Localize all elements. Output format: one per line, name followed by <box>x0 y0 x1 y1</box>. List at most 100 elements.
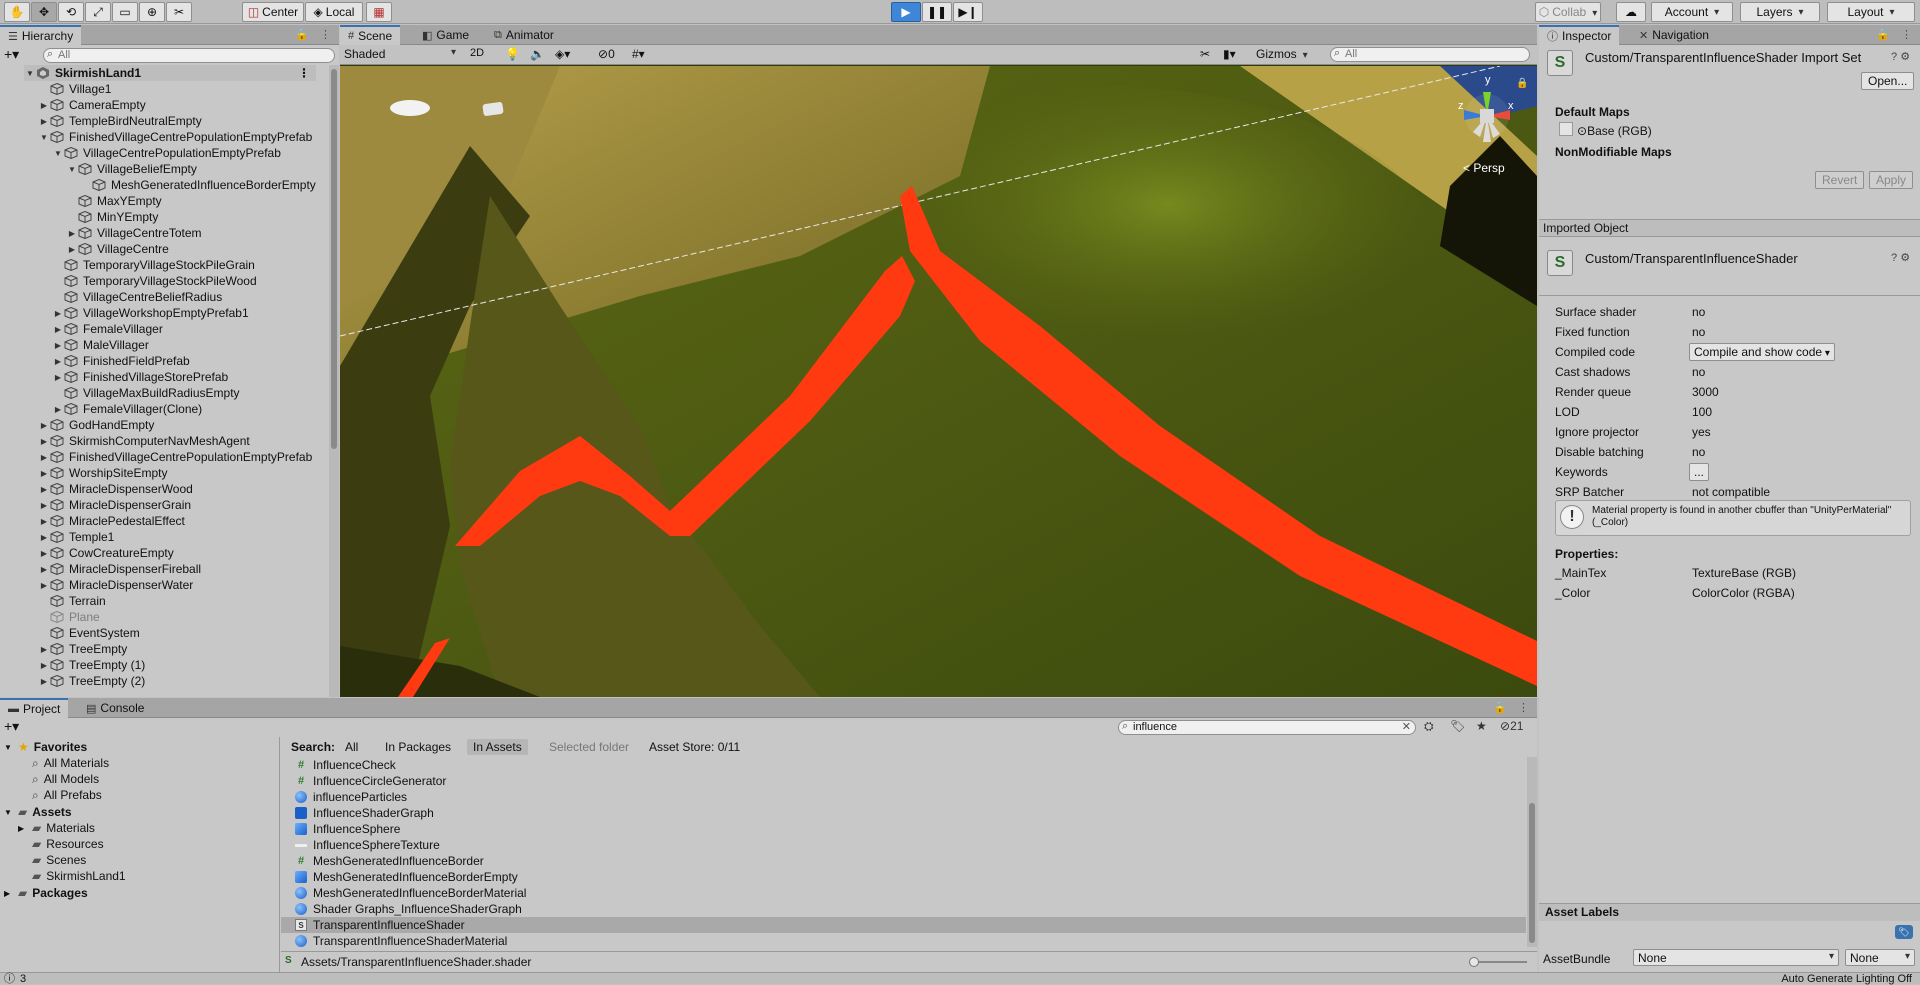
hierarchy-item[interactable]: ▶ TreeEmpty (1) <box>24 657 316 673</box>
light-gizmo-icon[interactable] <box>390 100 430 116</box>
collapse-arrow-icon[interactable]: ▶ <box>52 309 64 318</box>
search-scope-filter[interactable]: All <box>339 739 364 755</box>
lighting-toggle[interactable]: 💡 <box>505 47 520 61</box>
step-button[interactable]: ▶❙ <box>953 2 983 22</box>
hierarchy-item[interactable]: MeshGeneratedInfluenceBorderEmpty <box>24 177 316 193</box>
hierarchy-item[interactable]: ▼ FinishedVillageCentrePopulationEmptyPre… <box>24 129 316 145</box>
expand-arrow-icon[interactable]: ▼ <box>52 149 64 158</box>
hidden-objects-toggle[interactable]: ⊘0 <box>598 47 615 61</box>
open-button[interactable]: Open... <box>1861 72 1915 90</box>
tab-hierarchy[interactable]: ☰ Hierarchy <box>0 25 82 45</box>
hierarchy-item[interactable]: Terrain <box>24 593 316 609</box>
hierarchy-item[interactable]: ▼ VillageBeliefEmpty <box>24 161 316 177</box>
asset-folder[interactable]: ▰ Scenes <box>18 852 86 868</box>
hierarchy-item[interactable]: ▶ FemaleVillager <box>24 321 316 337</box>
hierarchy-item[interactable]: ▶ CameraEmpty <box>24 97 316 113</box>
clear-search-icon[interactable]: ✕ <box>1402 721 1411 734</box>
tab-animator[interactable]: ⧉ Animator <box>486 25 562 45</box>
compile-show-code-button[interactable]: Compile and show code ▾ <box>1689 343 1835 361</box>
rotate-tool-button[interactable]: ⟲ <box>58 2 84 22</box>
play-button[interactable]: ▶ <box>891 2 921 22</box>
search-by-type-icon[interactable]: ⛭ <box>1424 719 1434 734</box>
hierarchy-item[interactable]: ▶ TreeEmpty (2) <box>24 673 316 689</box>
create-button[interactable]: +▾ <box>4 46 19 63</box>
project-menu-icon[interactable]: 🔒 ⋮ <box>1493 701 1533 714</box>
collapse-arrow-icon[interactable]: ▶ <box>52 373 64 382</box>
favorite-search-item[interactable]: ⌕ All Materials <box>32 755 109 771</box>
hierarchy-item[interactable]: ▶ VillageCentre <box>24 241 316 257</box>
asset-item[interactable]: S TransparentInfluenceShader <box>281 917 1526 933</box>
label-tag-icon[interactable]: 🏷 <box>1895 925 1913 939</box>
hierarchy-item[interactable]: ▶ VillageCentreTotem <box>24 225 316 241</box>
collapse-arrow-icon[interactable]: ▶ <box>38 453 50 462</box>
camera-dropdown[interactable]: ▮▾ <box>1223 47 1236 61</box>
scene-search-input[interactable]: All <box>1330 47 1530 62</box>
header-icons[interactable]: ? ⚙ <box>1891 50 1910 63</box>
hierarchy-item[interactable]: ▶ MiraclePedestalEffect <box>24 513 316 529</box>
asset-folder[interactable]: ▶ ▰ Materials <box>18 820 95 836</box>
favorite-search-item[interactable]: ⌕ All Models <box>32 771 99 787</box>
search-scope-filter[interactable]: Asset Store: 0/11 <box>643 739 746 755</box>
tab-console[interactable]: ▤ Console <box>78 698 152 718</box>
asset-bundle-variant-dropdown[interactable]: None <box>1845 949 1915 966</box>
hierarchy-item[interactable]: ▶ FinishedVillageCentrePopulationEmptyPre… <box>24 449 316 465</box>
hierarchy-item[interactable]: ▶ MaleVillager <box>24 337 316 353</box>
hierarchy-item[interactable]: Village1 <box>24 81 316 97</box>
hierarchy-item[interactable]: ▶ GodHandEmpty <box>24 417 316 433</box>
scene-viewport[interactable]: y x z < Persp 🔒 <box>340 66 1537 697</box>
hierarchy-item[interactable]: MinYEmpty <box>24 209 316 225</box>
grid-toggle[interactable]: #▾ <box>632 47 645 61</box>
hierarchy-item[interactable]: EventSystem <box>24 625 316 641</box>
icon-size-slider[interactable] <box>1469 957 1527 967</box>
search-by-label-icon[interactable]: 🏷 <box>1450 719 1465 733</box>
hierarchy-item[interactable]: ▶ MiracleDispenserWood <box>24 481 316 497</box>
hierarchy-item[interactable]: ▶ CowCreatureEmpty <box>24 545 316 561</box>
hierarchy-item[interactable]: VillageCentreBeliefRadius <box>24 289 316 305</box>
collapse-arrow-icon[interactable]: ▶ <box>66 229 78 238</box>
collab-button[interactable]: ⬡ Collab <box>1535 2 1601 22</box>
hierarchy-item[interactable]: ▼ SkirmishLand1 ⋮ <box>24 65 316 81</box>
hierarchy-item[interactable]: Plane <box>24 609 316 625</box>
asset-list-scroll-thumb[interactable] <box>1529 803 1535 943</box>
asset-item[interactable]: InfluenceSphere <box>281 821 1526 837</box>
collapse-arrow-icon[interactable]: ▶ <box>38 485 50 494</box>
shader-header-icons[interactable]: ? ⚙ <box>1891 251 1910 264</box>
2d-toggle[interactable]: 2D <box>470 47 484 59</box>
asset-item[interactable]: MeshGeneratedInfluenceBorderMaterial <box>281 885 1526 901</box>
asset-item[interactable]: # InfluenceCircleGenerator <box>281 773 1526 789</box>
collapse-arrow-icon[interactable]: ▶ <box>38 581 50 590</box>
project-create-button[interactable]: +▾ <box>4 718 19 735</box>
asset-item[interactable]: InfluenceSphereTexture <box>281 837 1526 853</box>
pivot-local-button[interactable]: ◈ Local <box>305 2 363 22</box>
hierarchy-search-input[interactable]: All <box>43 48 335 63</box>
collapse-arrow-icon[interactable]: ▶ <box>38 101 50 110</box>
hierarchy-item[interactable]: TemporaryVillageStockPileWood <box>24 273 316 289</box>
asset-item[interactable]: Shader Graphs_InfluenceShaderGraph <box>281 901 1526 917</box>
collapse-arrow-icon[interactable]: ▶ <box>52 325 64 334</box>
asset-item[interactable]: # MeshGeneratedInfluenceBorder <box>281 853 1526 869</box>
base-map-slot[interactable] <box>1559 122 1573 136</box>
perspective-label[interactable]: < Persp <box>1463 161 1505 175</box>
hand-tool-button[interactable]: ✋ <box>4 2 30 22</box>
hierarchy-item[interactable]: MaxYEmpty <box>24 193 316 209</box>
asset-item[interactable]: InfluenceShaderGraph <box>281 805 1526 821</box>
hierarchy-item[interactable]: ▶ VillageWorkshopEmptyPrefab1 <box>24 305 316 321</box>
tab-scene[interactable]: # Scene <box>340 25 401 45</box>
hierarchy-item[interactable]: ▼ VillageCentrePopulationEmptyPrefab <box>24 145 316 161</box>
hierarchy-item[interactable]: ▶ MiracleDispenserWater <box>24 577 316 593</box>
collapse-arrow-icon[interactable]: ▶ <box>38 117 50 126</box>
expand-arrow-icon[interactable]: ▼ <box>38 133 50 142</box>
expand-arrow-icon[interactable]: ▼ <box>24 69 36 78</box>
collapse-arrow-icon[interactable]: ▶ <box>38 645 50 654</box>
hierarchy-scrollbar[interactable] <box>329 65 339 697</box>
scene-tools-button[interactable]: ✂ <box>1200 47 1210 61</box>
asset-folder[interactable]: ▰ Resources <box>18 836 104 852</box>
hidden-packages-toggle[interactable]: ⊘21 <box>1500 719 1523 733</box>
shading-mode-dropdown[interactable]: Shaded <box>344 47 460 63</box>
collapse-arrow-icon[interactable]: ▶ <box>38 533 50 542</box>
asset-bundle-dropdown[interactable]: None <box>1633 949 1839 966</box>
keywords-button[interactable]: ... <box>1689 463 1710 481</box>
hierarchy-item[interactable]: ▶ FinishedVillageStorePrefab <box>24 369 316 385</box>
hierarchy-item[interactable]: ▶ WorshipSiteEmpty <box>24 465 316 481</box>
lock-icon[interactable]: 🔒 <box>1516 77 1528 89</box>
